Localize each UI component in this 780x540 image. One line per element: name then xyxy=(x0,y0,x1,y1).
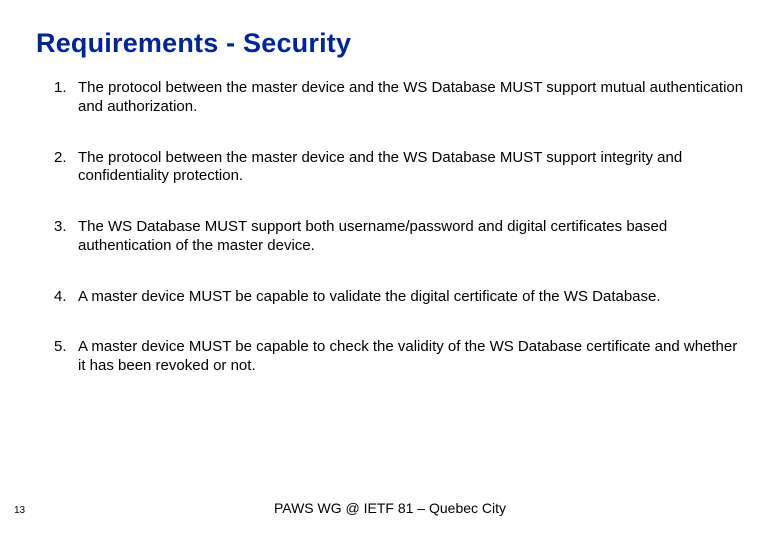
list-item: 2. The protocol between the master devic… xyxy=(54,149,744,187)
footer-text: PAWS WG @ IETF 81 – Quebec City xyxy=(0,500,780,516)
item-text: The protocol between the master device a… xyxy=(78,149,744,187)
item-text: The protocol between the master device a… xyxy=(78,79,744,117)
slide: Requirements - Security 1. The protocol … xyxy=(0,0,780,540)
item-number: 2. xyxy=(54,149,78,168)
list-item: 3. The WS Database MUST support both use… xyxy=(54,218,744,256)
list-item: 5. A master device MUST be capable to ch… xyxy=(54,338,744,376)
item-text: A master device MUST be capable to valid… xyxy=(78,288,744,307)
slide-title: Requirements - Security xyxy=(36,28,744,59)
item-number: 5. xyxy=(54,338,78,357)
requirements-list: 1. The protocol between the master devic… xyxy=(36,79,744,376)
item-text: The WS Database MUST support both userna… xyxy=(78,218,744,256)
item-number: 3. xyxy=(54,218,78,237)
item-text: A master device MUST be capable to check… xyxy=(78,338,744,376)
list-item: 4. A master device MUST be capable to va… xyxy=(54,288,744,307)
item-number: 4. xyxy=(54,288,78,307)
item-number: 1. xyxy=(54,79,78,98)
list-item: 1. The protocol between the master devic… xyxy=(54,79,744,117)
